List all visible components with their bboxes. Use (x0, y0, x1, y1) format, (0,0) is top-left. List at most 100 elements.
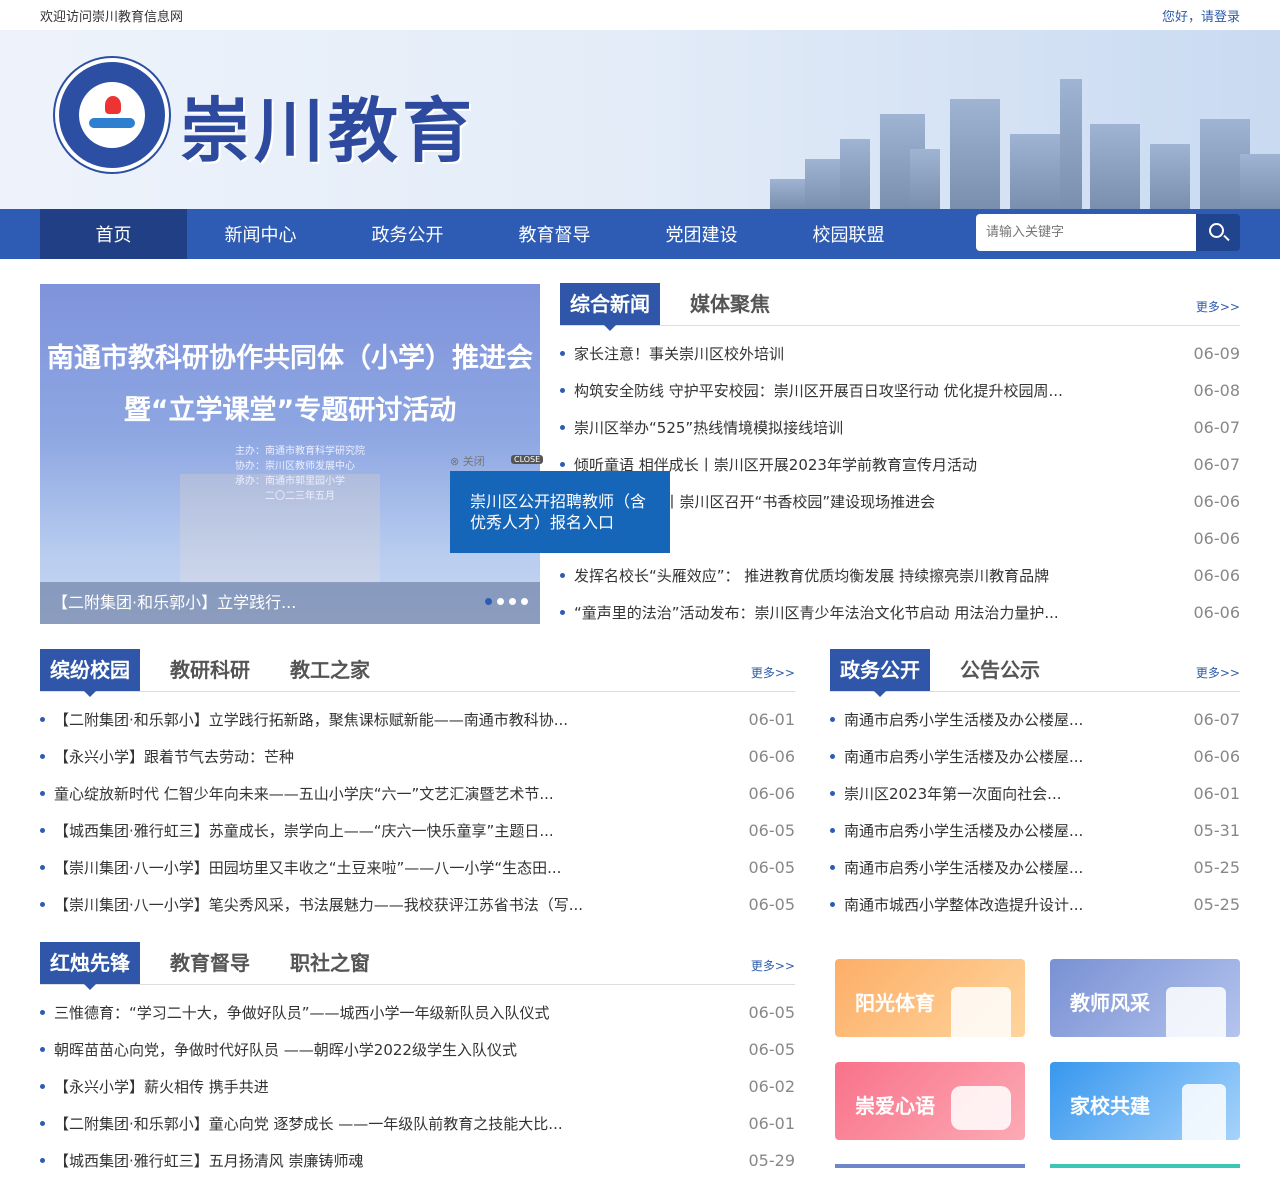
login-link[interactable]: 您好，请登录 (1162, 6, 1240, 25)
item-title[interactable]: 【永兴小学】薪火相传 携手共进 (54, 1076, 729, 1097)
item-title[interactable]: 【崇川集团·八一小学】田园坊里又丰收之“土豆来啦”——八一小学“生态田... (54, 857, 729, 878)
list-item[interactable]: 南通市城西小学整体改造提升设计... 05-25 (830, 886, 1240, 923)
item-title[interactable]: 南通市启秀小学生活楼及办公楼屋... (844, 820, 1174, 841)
item-title[interactable]: 【永兴小学】跟着节气去劳动：芒种 (54, 746, 729, 767)
item-title[interactable]: 南通市启秀小学生活楼及办公楼屋... (844, 857, 1174, 878)
nav-item[interactable]: 校园联盟 (775, 209, 922, 259)
tab[interactable]: 媒体聚焦 (680, 283, 780, 325)
slider-dot[interactable] (509, 598, 516, 605)
item-title[interactable]: 三惟德育：“学习二十大，争做好队员”——城西小学一年级新队员入队仪式 (54, 1002, 729, 1023)
gov-panel: 政务公开 公告公示 更多>> 南通市启秀小学生活楼及办公楼屋... 06-07 南通市启秀… (830, 649, 1240, 923)
tile-home-school[interactable]: 家校共建 (1050, 1062, 1240, 1140)
item-title[interactable]: 【崇川集团·八一小学】笔尖秀风采，书法展魅力——我校获评江苏省书法（写... (54, 894, 729, 915)
item-title[interactable]: 家长注意！事关崇川区校外培训 (574, 343, 1174, 364)
list-item[interactable]: 【崇川集团·八一小学】田园坊里又丰收之“土豆来啦”——八一小学“生态田... 06… (40, 849, 795, 886)
item-date: 06-06 (1193, 747, 1241, 766)
item-title[interactable]: 【二附集团·和乐郭小】童心向党 逐梦成长 ——一年级队前教育之技能大比... (54, 1113, 729, 1134)
slider-dot[interactable] (485, 598, 492, 605)
slide-subtitle: 暨“立学课堂”专题研讨活动 (123, 395, 457, 426)
item-title[interactable]: 崇川区举办“525”热线情境模拟接线培训 (574, 417, 1174, 438)
organizer-line: 承办：南通市郭里园小学 (235, 476, 345, 487)
list-item[interactable]: 【崇川集团·八一小学】笔尖秀风采，书法展魅力——我校获评江苏省书法（写... 06… (40, 886, 795, 923)
list-item[interactable]: 南通市启秀小学生活楼及办公楼屋... 06-06 (830, 738, 1240, 775)
item-date: 06-07 (1193, 710, 1241, 729)
list-item[interactable]: 南通市启秀小学生活楼及办公楼屋... 06-07 (830, 701, 1240, 738)
panel-tabs: 综合新闻 媒体聚焦 更多>> (560, 283, 1240, 331)
list-item[interactable]: 三惟德育：“学习二十大，争做好队员”——城西小学一年级新队员入队仪式 06-05 (40, 994, 795, 1031)
slider-dot[interactable] (497, 598, 504, 605)
item-title[interactable]: 崇川区2023年第一次面向社会... (844, 783, 1174, 804)
search-button[interactable] (1196, 214, 1240, 251)
list-item[interactable]: 【城西集团·雅行虹三】五月扬清风 崇廉铸师魂 05-29 (40, 1142, 795, 1179)
list-item[interactable]: 家长注意！事关崇川区校外培训 06-09 (560, 335, 1240, 372)
site-title: 崇川教育 (180, 89, 476, 172)
list-item[interactable]: 【城西集团·雅行虹三】苏童成长，崇学向上——“庆六一快乐童享”主题日... 06-… (40, 812, 795, 849)
item-title[interactable]: 发挥名校长“头雁效应”： 推进教育优质均衡发展 持续擦亮崇川教育品牌 (574, 565, 1174, 586)
building-shape (1060, 79, 1082, 209)
nav-item[interactable]: 党团建设 (628, 209, 775, 259)
panel-tabs: 缤纷校园 教研科研 教工之家 更多>> (40, 649, 795, 697)
popup-close-button[interactable]: CLOSE (511, 455, 544, 464)
item-date: 06-07 (1193, 418, 1241, 437)
tab[interactable]: 公告公示 (950, 649, 1050, 691)
nav-item[interactable]: 首页 (40, 209, 187, 259)
more-link[interactable]: 更多>> (1196, 664, 1240, 681)
list-item[interactable]: “童声里的法治”活动发布：崇川区青少年法治文化节启动 用法治力量护... 06-0… (560, 594, 1240, 631)
tile-heart-words[interactable]: 崇爱心语 (835, 1062, 1025, 1140)
more-link[interactable]: 更多>> (1196, 298, 1240, 315)
main-nav: 首页 新闻中心 政务公开 教育督导 党团建设 校园联盟 (0, 209, 1280, 259)
panel-tabs: 政务公开 公告公示 更多>> (830, 649, 1240, 697)
slide-caption-text[interactable]: 【二附集团·和乐郭小】立学践行... (52, 593, 296, 612)
item-title[interactable]: 【二附集团·和乐郭小】立学践行拓新路，聚焦课标赋新能——南通市教科协... (54, 709, 729, 730)
item-title[interactable]: “童声里的法治”活动发布：崇川区青少年法治文化节启动 用法治力量护... (574, 602, 1174, 623)
item-title[interactable]: 南通市启秀小学生活楼及办公楼屋... (844, 709, 1174, 730)
tab[interactable]: 缤纷校园 (40, 649, 140, 697)
list-item[interactable]: 崇川区举办“525”热线情境模拟接线培训 06-07 (560, 409, 1240, 446)
item-date: 06-05 (748, 1040, 796, 1059)
recruitment-popup[interactable]: 崇川区公开招聘教师（含优秀人才）报名入口 (450, 471, 670, 553)
slider-dot[interactable] (521, 598, 528, 605)
slide-organizers: 主办：南通市教育科学研究院 协办：崇川区教师发展中心 承办：南通市郭里园小学 二… (235, 444, 365, 504)
item-title[interactable]: 朝晖苗苗心向党，争做时代好队员 ——朝晖小学2022级学生入队仪式 (54, 1039, 729, 1060)
list-item[interactable]: 朝晖苗苗心向党，争做时代好队员 ——朝晖小学2022级学生入队仪式 06-05 (40, 1031, 795, 1068)
item-date: 06-08 (1193, 381, 1241, 400)
tab[interactable]: 综合新闻 (560, 283, 660, 331)
tile-partial (835, 1164, 1025, 1168)
list-item[interactable]: 发挥名校长“头雁效应”： 推进教育优质均衡发展 持续擦亮崇川教育品牌 06-06 (560, 557, 1240, 594)
item-title[interactable]: 南通市启秀小学生活楼及办公楼屋... (844, 746, 1174, 767)
tab[interactable]: 教育督导 (160, 942, 260, 984)
list-item[interactable]: 崇川区2023年第一次面向社会... 06-01 (830, 775, 1240, 812)
welcome-text: 欢迎访问崇川教育信息网 (40, 9, 184, 25)
item-title[interactable]: 南通市城西小学整体改造提升设计... (844, 894, 1174, 915)
tile-teachers[interactable]: 教师风采 (1050, 959, 1240, 1037)
list-item[interactable]: 【永兴小学】跟着节气去劳动：芒种 06-06 (40, 738, 795, 775)
tab[interactable]: 教研科研 (160, 649, 260, 691)
list-item[interactable]: 【永兴小学】薪火相传 携手共进 06-02 (40, 1068, 795, 1105)
popup-close-link[interactable]: ⊗ 关闭 (450, 453, 485, 469)
more-link[interactable]: 更多>> (751, 957, 795, 974)
tab[interactable]: 职社之窗 (280, 942, 380, 984)
item-title[interactable]: 童心绽放新时代 仁智少年向未来——五山小学庆“六一”文艺汇演暨艺术节... (54, 783, 729, 804)
item-date: 06-01 (1193, 784, 1241, 803)
more-link[interactable]: 更多>> (751, 664, 795, 681)
list-item[interactable]: 童心绽放新时代 仁智少年向未来——五山小学庆“六一”文艺汇演暨艺术节... 06-… (40, 775, 795, 812)
item-title[interactable]: 【城西集团·雅行虹三】五月扬清风 崇廉铸师魂 (54, 1150, 729, 1171)
nav-item[interactable]: 教育督导 (481, 209, 628, 259)
list-item[interactable]: 构筑安全防线 守护平安校园：崇川区开展百日攻坚行动 优化提升校园周... 06-0… (560, 372, 1240, 409)
tab[interactable]: 红烛先锋 (40, 942, 140, 990)
nav-item[interactable]: 政务公开 (334, 209, 481, 259)
list-item[interactable]: 【二附集团·和乐郭小】立学践行拓新路，聚焦课标赋新能——南通市教科协... 06-… (40, 701, 795, 738)
tile-sports[interactable]: 阳光体育 (835, 959, 1025, 1037)
list-item[interactable]: 南通市启秀小学生活楼及办公楼屋... 05-31 (830, 812, 1240, 849)
list-item[interactable]: 【二附集团·和乐郭小】童心向党 逐梦成长 ——一年级队前教育之技能大比... 06… (40, 1105, 795, 1142)
nav-item[interactable]: 新闻中心 (187, 209, 334, 259)
tab[interactable]: 教工之家 (280, 649, 380, 691)
tab[interactable]: 政务公开 (830, 649, 930, 697)
news-list: 南通市启秀小学生活楼及办公楼屋... 06-07 南通市启秀小学生活楼及办公楼屋..… (830, 701, 1240, 923)
chat-bubble-icon (951, 1086, 1011, 1130)
list-item[interactable]: 南通市启秀小学生活楼及办公楼屋... 05-25 (830, 849, 1240, 886)
item-title[interactable]: 构筑安全防线 守护平安校园：崇川区开展百日攻坚行动 优化提升校园周... (574, 380, 1174, 401)
item-title[interactable]: 【城西集团·雅行虹三】苏童成长，崇学向上——“庆六一快乐童享”主题日... (54, 820, 729, 841)
search-input[interactable] (976, 214, 1196, 251)
slide-caption[interactable]: 【二附集团·和乐郭小】立学践行... (40, 582, 540, 624)
